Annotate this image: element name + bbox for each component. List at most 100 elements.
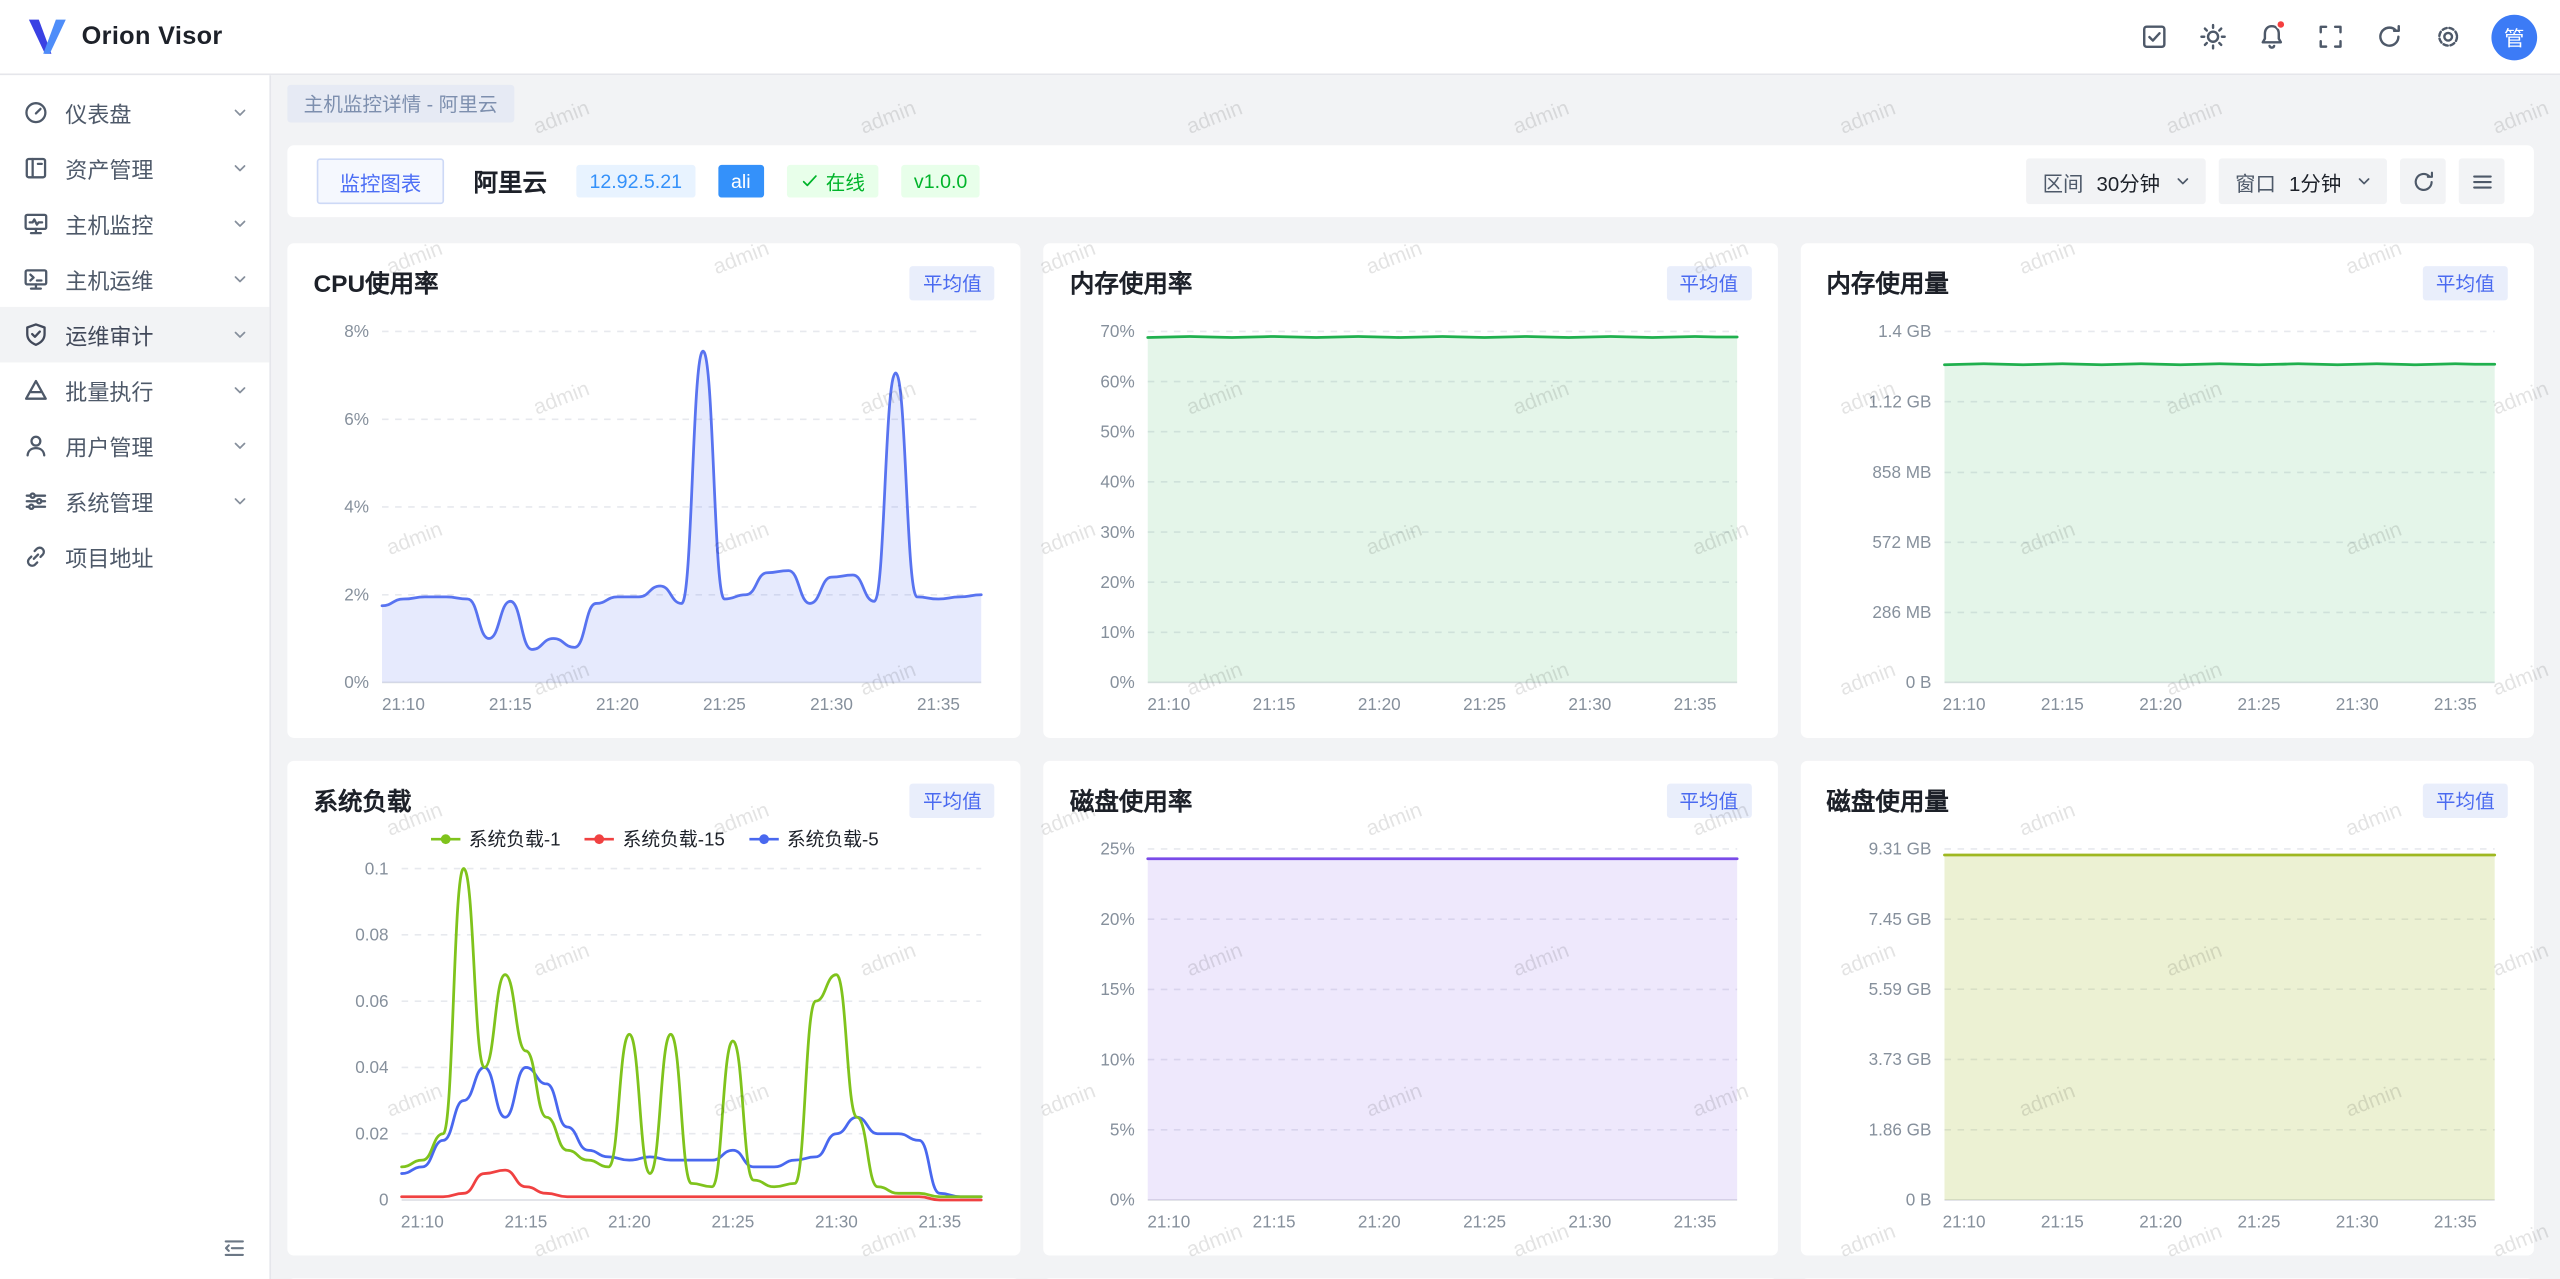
- sidebar-item-batch-exec[interactable]: 批量执行: [0, 362, 269, 418]
- range-select[interactable]: 区间 30分钟: [2026, 158, 2205, 204]
- sidebar-item-host-ops[interactable]: 主机运维: [0, 251, 269, 307]
- chart-canvas[interactable]: 0%2%4%6%8%21:1021:1521:2021:2521:3021:35: [313, 309, 994, 722]
- theme-button[interactable]: [2188, 12, 2237, 61]
- refresh-charts-button[interactable]: [2400, 158, 2446, 204]
- chevron-down-icon: [230, 214, 250, 234]
- svg-text:70%: 70%: [1101, 321, 1135, 341]
- svg-text:0.1: 0.1: [365, 858, 389, 878]
- reload-button[interactable]: [2364, 12, 2413, 61]
- legend-item[interactable]: 系统负载-1: [430, 826, 561, 852]
- host-ip-chip: 12.92.5.21: [576, 165, 695, 198]
- svg-text:21:20: 21:20: [608, 1212, 651, 1232]
- svg-text:9.31 GB: 9.31 GB: [1868, 839, 1931, 859]
- svg-text:40%: 40%: [1101, 472, 1135, 492]
- sidebar-item-system-mgmt[interactable]: 系统管理: [0, 473, 269, 529]
- range-select-label: 区间: [2043, 166, 2084, 197]
- window-select[interactable]: 窗口 1分钟: [2219, 158, 2387, 204]
- layout-menu-button[interactable]: [2459, 158, 2505, 204]
- chevron-down-icon: [2354, 171, 2374, 191]
- chart-card-cpu-usage: CPU使用率平均值0%2%4%6%8%21:1021:1521:2021:252…: [287, 243, 1021, 738]
- svg-text:21:35: 21:35: [1674, 1212, 1717, 1232]
- chart-header: 系统负载 平均值: [313, 780, 994, 819]
- svg-text:20%: 20%: [1101, 909, 1135, 929]
- svg-text:21:10: 21:10: [401, 1212, 444, 1232]
- sidebar-item-dashboard[interactable]: 仪表盘: [0, 85, 269, 141]
- svg-text:21:20: 21:20: [1358, 694, 1401, 714]
- sidebar-item-label: 运维审计: [65, 318, 153, 351]
- chart-canvas[interactable]: 0%5%10%15%20%25%21:1021:1521:2021:2521:3…: [1070, 826, 1751, 1239]
- chart-svg: 0 B286 MB572 MB858 MB1.12 GB1.4 GB21:102…: [1826, 309, 2507, 722]
- app-title: Orion Visor: [82, 22, 223, 51]
- chevron-down-icon: [230, 491, 250, 511]
- host-status-label: 在线: [826, 167, 865, 195]
- host-version-chip: v1.0.0: [901, 165, 981, 198]
- sidebar-item-assets[interactable]: 资产管理: [0, 140, 269, 196]
- svg-text:4%: 4%: [344, 497, 369, 517]
- svg-text:21:30: 21:30: [815, 1212, 858, 1232]
- gear-icon: [2433, 23, 2461, 51]
- svg-text:0.06: 0.06: [355, 991, 388, 1011]
- svg-text:21:15: 21:15: [2040, 1212, 2083, 1232]
- svg-text:21:25: 21:25: [2237, 1212, 2280, 1232]
- chart-header: 磁盘使用量平均值: [1826, 780, 2507, 819]
- svg-text:0.04: 0.04: [355, 1057, 389, 1077]
- chart-svg: 0%5%10%15%20%25%21:1021:1521:2021:2521:3…: [1070, 826, 1751, 1239]
- svg-text:21:25: 21:25: [1464, 694, 1507, 714]
- monitor-chart-button[interactable]: 监控图表: [317, 158, 444, 204]
- chart-controls: 区间 30分钟 窗口 1分钟: [2026, 158, 2504, 204]
- avg-value-tag: 平均值: [910, 783, 995, 817]
- svg-text:21:10: 21:10: [1148, 1212, 1191, 1232]
- chart-header: 内存使用率平均值: [1070, 263, 1751, 302]
- fullscreen-button[interactable]: [2305, 12, 2354, 61]
- sidebar-menu: 仪表盘资产管理主机监控主机运维运维审计批量执行用户管理系统管理项目地址: [0, 85, 269, 585]
- chart-legend: 系统负载-1 系统负载-15 系统负载-5: [313, 826, 994, 852]
- chart-svg: 0%10%20%30%40%50%60%70%21:1021:1521:2021…: [1070, 309, 1751, 722]
- svg-text:10%: 10%: [1101, 1049, 1135, 1069]
- link-icon: [23, 544, 49, 570]
- svg-text:21:10: 21:10: [382, 694, 425, 714]
- sidebar-item-ops-audit[interactable]: 运维审计: [0, 307, 269, 363]
- svg-text:0%: 0%: [1110, 1190, 1135, 1210]
- chart-title: 系统负载: [313, 783, 411, 817]
- chart-header: 内存使用量平均值: [1826, 263, 2507, 302]
- chevron-down-icon: [230, 103, 250, 123]
- chevron-down-icon: [230, 436, 250, 456]
- sidebar-collapse-button[interactable]: [214, 1228, 253, 1267]
- sidebar: 仪表盘资产管理主机监控主机运维运维审计批量执行用户管理系统管理项目地址: [0, 75, 271, 1279]
- chart-title: CPU使用率: [313, 265, 438, 299]
- sidebar-item-label: 主机监控: [65, 207, 153, 240]
- breadcrumb[interactable]: 主机监控详情 - 阿里云: [287, 85, 513, 123]
- svg-text:0%: 0%: [1110, 672, 1135, 692]
- chart-canvas[interactable]: 系统负载-1系统负载-15系统负载-500.020.040.060.080.12…: [313, 826, 994, 1239]
- legend-item[interactable]: 系统负载-15: [583, 826, 724, 852]
- svg-text:21:10: 21:10: [1148, 694, 1191, 714]
- settings-button[interactable]: [2423, 12, 2472, 61]
- svg-text:21:25: 21:25: [703, 694, 746, 714]
- sidebar-item-project-link[interactable]: 项目地址: [0, 529, 269, 585]
- sidebar-item-user-mgmt[interactable]: 用户管理: [0, 418, 269, 474]
- app-window: Orion Visor 管 仪表盘资产管理主机监控主机运维运维审计批量执行用户管…: [0, 0, 2560, 1279]
- chevron-down-icon: [230, 269, 250, 289]
- svg-text:25%: 25%: [1101, 839, 1135, 859]
- svg-text:21:20: 21:20: [2139, 1212, 2182, 1232]
- chart-title: 磁盘使用率: [1070, 783, 1192, 817]
- svg-text:0 B: 0 B: [1905, 672, 1931, 692]
- tasks-button[interactable]: [2129, 12, 2178, 61]
- top-header: Orion Visor 管: [0, 0, 2560, 75]
- chevron-down-icon: [230, 325, 250, 345]
- chart-canvas[interactable]: 0%10%20%30%40%50%60%70%21:1021:1521:2021…: [1070, 309, 1751, 722]
- notifications-button[interactable]: [2247, 12, 2296, 61]
- header-actions: 管: [2129, 12, 2537, 61]
- legend-item[interactable]: 系统负载-5: [748, 826, 879, 852]
- chart-canvas[interactable]: 0 B1.86 GB3.73 GB5.59 GB7.45 GB9.31 GB21…: [1826, 826, 2507, 1239]
- sidebar-item-host-monitor[interactable]: 主机监控: [0, 196, 269, 252]
- user-avatar[interactable]: 管: [2491, 14, 2537, 60]
- svg-text:21:15: 21:15: [2040, 694, 2083, 714]
- svg-text:5.59 GB: 5.59 GB: [1868, 979, 1931, 999]
- host-alias-chip: ali: [718, 165, 764, 198]
- svg-text:21:35: 21:35: [2433, 694, 2476, 714]
- legend-marker-icon: [748, 831, 781, 847]
- sidebar-item-label: 资产管理: [65, 152, 153, 185]
- charts-grid: CPU使用率平均值 0%2%4%6%8%21:1021:1521:2021:252…: [287, 243, 2534, 1255]
- chart-canvas[interactable]: 0 B286 MB572 MB858 MB1.12 GB1.4 GB21:102…: [1826, 309, 2507, 722]
